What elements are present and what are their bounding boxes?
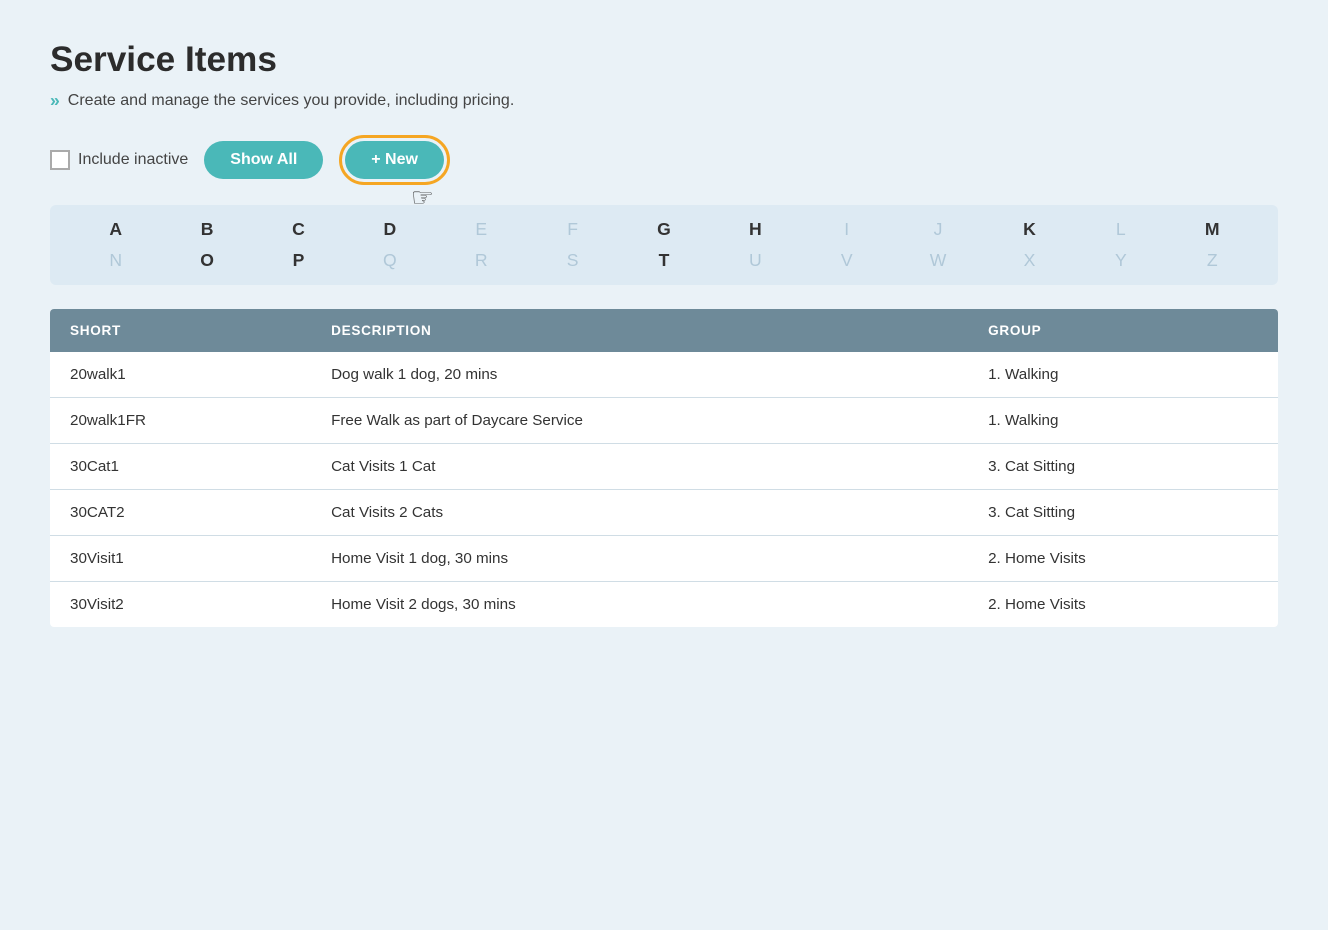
alpha-letter-i: I <box>827 219 867 240</box>
include-inactive-text: Include inactive <box>78 151 188 169</box>
alpha-letter-f: F <box>553 219 593 240</box>
chevron-icon: » <box>50 90 60 111</box>
cell-description: Home Visit 2 dogs, 30 mins <box>311 582 968 628</box>
cell-description: Home Visit 1 dog, 30 mins <box>311 536 968 582</box>
alpha-letter-s: S <box>553 250 593 271</box>
col-header-group: GROUP <box>968 309 1278 352</box>
table-body: 20walk1Dog walk 1 dog, 20 mins1. Walking… <box>50 352 1278 627</box>
alpha-letter-a[interactable]: A <box>96 219 136 240</box>
cell-short: 30Cat1 <box>50 444 311 490</box>
cell-short: 30Visit2 <box>50 582 311 628</box>
alpha-letter-b[interactable]: B <box>187 219 227 240</box>
alpha-letter-e: E <box>461 219 501 240</box>
cell-group: 2. Home Visits <box>968 536 1278 582</box>
include-inactive-label[interactable]: Include inactive <box>50 150 188 170</box>
controls-row: Include inactive Show All + New ☞ <box>50 135 1278 185</box>
alpha-letter-c[interactable]: C <box>278 219 318 240</box>
alpha-letter-j: J <box>918 219 958 240</box>
cell-description: Dog walk 1 dog, 20 mins <box>311 352 968 398</box>
cell-group: 3. Cat Sitting <box>968 490 1278 536</box>
alphabet-row-1: A B C D E F G H I J K L M <box>70 219 1258 240</box>
subtitle-text: Create and manage the services you provi… <box>68 92 514 110</box>
col-header-short: SHORT <box>50 309 311 352</box>
alphabet-filter: A B C D E F G H I J K L M N O P Q R S T U V W X Y Z <box>50 205 1278 285</box>
include-inactive-checkbox[interactable] <box>50 150 70 170</box>
table-row[interactable]: 30Cat1Cat Visits 1 Cat3. Cat Sitting <box>50 444 1278 490</box>
alpha-letter-l: L <box>1101 219 1141 240</box>
cell-description: Cat Visits 2 Cats <box>311 490 968 536</box>
cell-short: 30CAT2 <box>50 490 311 536</box>
cell-group: 1. Walking <box>968 352 1278 398</box>
alpha-letter-w: W <box>918 250 958 271</box>
table-row[interactable]: 20walk1FRFree Walk as part of Daycare Se… <box>50 398 1278 444</box>
alpha-letter-m[interactable]: M <box>1192 219 1232 240</box>
new-button-highlight: + New <box>339 135 450 185</box>
cell-group: 2. Home Visits <box>968 582 1278 628</box>
alpha-letter-q: Q <box>370 250 410 271</box>
cell-short: 20walk1FR <box>50 398 311 444</box>
cell-group: 3. Cat Sitting <box>968 444 1278 490</box>
new-button[interactable]: + New <box>345 141 444 179</box>
alpha-letter-t[interactable]: T <box>644 250 684 271</box>
alpha-letter-n: N <box>96 250 136 271</box>
table-row[interactable]: 30Visit1Home Visit 1 dog, 30 mins2. Home… <box>50 536 1278 582</box>
alpha-letter-z: Z <box>1192 250 1232 271</box>
alpha-letter-k[interactable]: K <box>1009 219 1049 240</box>
col-header-description: DESCRIPTION <box>311 309 968 352</box>
table-row[interactable]: 20walk1Dog walk 1 dog, 20 mins1. Walking <box>50 352 1278 398</box>
alphabet-row-2: N O P Q R S T U V W X Y Z <box>70 250 1258 271</box>
alpha-letter-y: Y <box>1101 250 1141 271</box>
show-all-button[interactable]: Show All <box>204 141 323 179</box>
alpha-letter-p[interactable]: P <box>278 250 318 271</box>
cell-description: Free Walk as part of Daycare Service <box>311 398 968 444</box>
page-title: Service Items <box>50 40 1278 80</box>
alpha-letter-d[interactable]: D <box>370 219 410 240</box>
table-header: SHORTDESCRIPTIONGROUP <box>50 309 1278 352</box>
table-row[interactable]: 30Visit2Home Visit 2 dogs, 30 mins2. Hom… <box>50 582 1278 628</box>
new-button-wrapper: + New ☞ <box>339 135 450 185</box>
table-row[interactable]: 30CAT2Cat Visits 2 Cats3. Cat Sitting <box>50 490 1278 536</box>
alpha-letter-g[interactable]: G <box>644 219 684 240</box>
cell-group: 1. Walking <box>968 398 1278 444</box>
alpha-letter-h[interactable]: H <box>735 219 775 240</box>
cell-description: Cat Visits 1 Cat <box>311 444 968 490</box>
subtitle-row: » Create and manage the services you pro… <box>50 90 1278 111</box>
alpha-letter-x: X <box>1009 250 1049 271</box>
alpha-letter-o[interactable]: O <box>187 250 227 271</box>
alpha-letter-r: R <box>461 250 501 271</box>
service-items-table: SHORTDESCRIPTIONGROUP 20walk1Dog walk 1 … <box>50 309 1278 627</box>
alpha-letter-u: U <box>735 250 775 271</box>
alpha-letter-v: V <box>827 250 867 271</box>
cell-short: 20walk1 <box>50 352 311 398</box>
cell-short: 30Visit1 <box>50 536 311 582</box>
